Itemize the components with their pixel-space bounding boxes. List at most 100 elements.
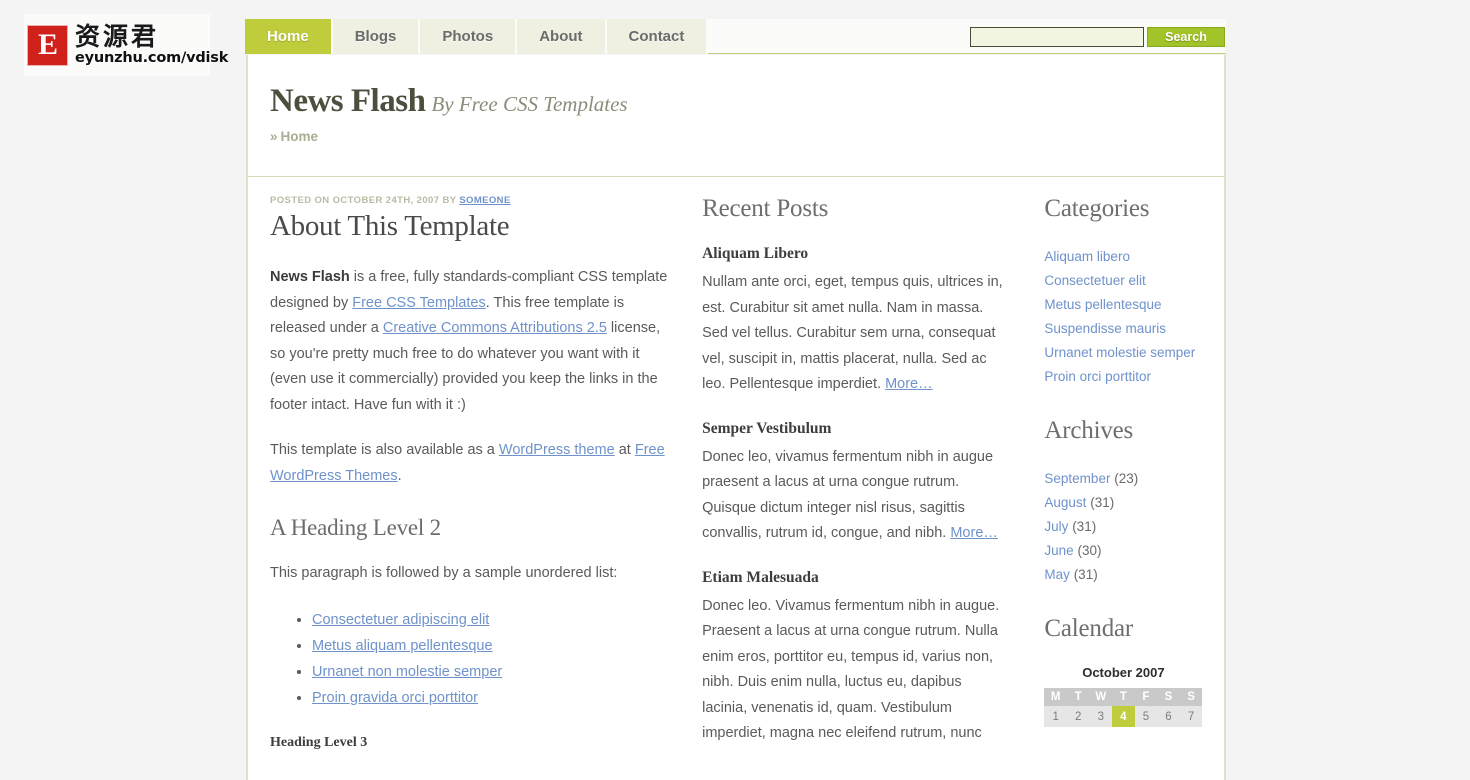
list-item[interactable]: Aliquam libero bbox=[1044, 245, 1224, 269]
list-link-3[interactable]: Urnanet non molestie semper bbox=[312, 664, 502, 680]
calendar-weekday-row: M T W T F S S bbox=[1044, 688, 1203, 706]
nav-item-blogs[interactable]: Blogs bbox=[332, 19, 421, 54]
brand-url: eyunzhu.com/vdisk bbox=[75, 50, 229, 67]
list-item[interactable]: Urnanet molestie semper bbox=[1044, 341, 1224, 365]
category-link-2[interactable]: Consectetuer elit bbox=[1044, 273, 1145, 288]
calendar-weekday-tue: T bbox=[1066, 688, 1090, 706]
categories-heading: Categories bbox=[1044, 195, 1150, 222]
calendar-day[interactable]: 5 bbox=[1134, 706, 1158, 727]
archive-link-may[interactable]: May bbox=[1044, 567, 1070, 582]
search-input[interactable] bbox=[970, 27, 1144, 47]
archive-count-july: (31) bbox=[1072, 519, 1097, 534]
archive-count-september: (23) bbox=[1114, 471, 1139, 486]
list-item[interactable]: Consectetuer adipiscing elit bbox=[312, 607, 670, 633]
archive-link-september[interactable]: September bbox=[1044, 471, 1110, 486]
brand-e-logo-icon: E bbox=[27, 24, 68, 66]
calendar-weekday-sat: S bbox=[1157, 688, 1180, 706]
post-paragraph-1: News Flash is a free, fully standards-co… bbox=[270, 265, 670, 418]
list-item[interactable]: Metus pellentesque bbox=[1044, 293, 1224, 317]
post-paragraph-3: This paragraph is followed by a sample u… bbox=[270, 565, 618, 581]
nav-link-contact[interactable]: Contact bbox=[606, 19, 709, 54]
nav-item-contact[interactable]: Contact bbox=[606, 19, 709, 54]
header-logo-line: News Flash By Free CSS Templates bbox=[270, 83, 1224, 120]
breadcrumb: » Home bbox=[270, 129, 1224, 144]
calendar-day[interactable]: 7 bbox=[1179, 706, 1203, 727]
recent-post-title: Aliquam Libero bbox=[702, 245, 809, 262]
calendar-day[interactable]: 1 bbox=[1044, 706, 1067, 727]
list-item[interactable]: Suspendisse mauris bbox=[1044, 317, 1224, 341]
category-link-4[interactable]: Suspendisse mauris bbox=[1044, 321, 1166, 336]
calendar-table: October 2007 M T W T F S S 1 2 3 4 5 6 7 bbox=[1044, 665, 1203, 727]
category-link-3[interactable]: Metus pellentesque bbox=[1044, 297, 1161, 312]
site-tagline: By Free CSS Templates bbox=[431, 92, 628, 116]
calendar-weekday-wed: W bbox=[1089, 688, 1113, 706]
recent-post-more-link[interactable]: More… bbox=[885, 376, 933, 392]
list-item[interactable]: May (31) bbox=[1044, 563, 1224, 587]
brand-e-letter: E bbox=[37, 28, 58, 61]
list-item[interactable]: Proin orci porttitor bbox=[1044, 365, 1224, 389]
link-free-css-templates[interactable]: Free CSS Templates bbox=[352, 295, 486, 311]
archive-count-june: (30) bbox=[1077, 543, 1102, 558]
archives-list: September (23) August (31) July (31) Jun… bbox=[1044, 467, 1224, 587]
category-link-5[interactable]: Urnanet molestie semper bbox=[1044, 345, 1195, 360]
nav-link-about[interactable]: About bbox=[517, 19, 607, 54]
recent-post-body: Nullam ante orci, eget, tempus quis, ult… bbox=[702, 270, 1005, 398]
post-author-link[interactable]: SOMEONE bbox=[459, 195, 510, 206]
categories-list: Aliquam libero Consectetuer elit Metus p… bbox=[1044, 245, 1224, 389]
category-link-6[interactable]: Proin orci porttitor bbox=[1044, 369, 1151, 384]
calendar-weekday-mon: M bbox=[1044, 688, 1067, 706]
list-link-1[interactable]: Consectetuer adipiscing elit bbox=[312, 612, 489, 628]
list-item[interactable]: Proin gravida orci porttitor bbox=[312, 685, 670, 711]
post-column: POSTED ON OCTOBER 24TH, 2007 BY SOMEONE … bbox=[248, 177, 702, 779]
post-heading: About This Template bbox=[270, 210, 510, 242]
calendar-day[interactable]: 3 bbox=[1089, 706, 1113, 727]
calendar-body: 1 2 3 4 5 6 7 bbox=[1044, 706, 1203, 727]
link-creative-commons[interactable]: Creative Commons Attributions 2.5 bbox=[383, 320, 607, 336]
nav-link-blogs[interactable]: Blogs bbox=[332, 19, 421, 54]
nav-link-home[interactable]: Home bbox=[245, 19, 333, 54]
nav-item-about[interactable]: About bbox=[517, 19, 607, 54]
brand-text: 资源君 eyunzhu.com/vdisk bbox=[75, 24, 228, 66]
archive-link-august[interactable]: August bbox=[1044, 495, 1086, 510]
recent-posts-column: Recent Posts Aliquam Libero Nullam ante … bbox=[702, 177, 1021, 779]
nav-item-home[interactable]: Home bbox=[245, 19, 333, 54]
list-item[interactable]: August (31) bbox=[1044, 491, 1224, 515]
breadcrumb-separator-icon: » bbox=[270, 129, 278, 144]
list-item[interactable]: Urnanet non molestie semper bbox=[312, 659, 670, 685]
list-item[interactable]: July (31) bbox=[1044, 515, 1224, 539]
recent-posts-heading: Recent Posts bbox=[702, 195, 829, 222]
recent-post-text: Nullam ante orci, eget, tempus quis, ult… bbox=[702, 274, 1003, 392]
calendar-heading: Calendar bbox=[1044, 615, 1134, 642]
recent-post-more-link[interactable]: More… bbox=[950, 525, 998, 541]
archive-link-june[interactable]: June bbox=[1044, 543, 1073, 558]
brand-chinese-name: 资源君 bbox=[75, 22, 160, 52]
post-meta: POSTED ON OCTOBER 24TH, 2007 BY SOMEONE bbox=[270, 195, 670, 206]
post-p2-text2: at bbox=[614, 442, 635, 458]
list-item[interactable]: June (30) bbox=[1044, 539, 1224, 563]
sidebar-column: Categories Aliquam libero Consectetuer e… bbox=[1021, 177, 1224, 779]
archives-heading: Archives bbox=[1044, 417, 1134, 444]
site-wrapper: Home Blogs Photos About Contact Search N… bbox=[245, 0, 1226, 780]
recent-post-body: Donec leo, vivamus fermentum nibh in aug… bbox=[702, 445, 1005, 547]
list-link-4[interactable]: Proin gravida orci porttitor bbox=[312, 690, 478, 706]
post-meta-text: POSTED ON OCTOBER 24TH, 2007 BY bbox=[270, 195, 460, 206]
calendar-day-today[interactable]: 4 bbox=[1112, 706, 1135, 727]
list-item[interactable]: September (23) bbox=[1044, 467, 1224, 491]
list-item[interactable]: Metus aliquam pellentesque bbox=[312, 633, 670, 659]
sample-unordered-list: Consectetuer adipiscing elit Metus aliqu… bbox=[270, 607, 670, 711]
category-link-1[interactable]: Aliquam libero bbox=[1044, 249, 1130, 264]
nav-link-photos[interactable]: Photos bbox=[420, 19, 518, 54]
post-p2-text1: This template is also available as a bbox=[270, 442, 499, 458]
post-paragraph-2: This template is also available as a Wor… bbox=[270, 438, 670, 489]
search-button[interactable]: Search bbox=[1147, 27, 1225, 47]
list-item[interactable]: Consectetuer elit bbox=[1044, 269, 1224, 293]
calendar-day[interactable]: 2 bbox=[1066, 706, 1090, 727]
calendar-widget: October 2007 M T W T F S S 1 2 3 4 5 6 7 bbox=[1044, 665, 1224, 727]
archive-count-august: (31) bbox=[1090, 495, 1115, 510]
nav-item-photos[interactable]: Photos bbox=[420, 19, 518, 54]
site-header: News Flash By Free CSS Templates » Home bbox=[248, 55, 1224, 177]
link-wordpress-theme[interactable]: WordPress theme bbox=[499, 442, 615, 458]
calendar-day[interactable]: 6 bbox=[1157, 706, 1180, 727]
archive-link-july[interactable]: July bbox=[1044, 519, 1068, 534]
list-link-2[interactable]: Metus aliquam pellentesque bbox=[312, 638, 493, 654]
